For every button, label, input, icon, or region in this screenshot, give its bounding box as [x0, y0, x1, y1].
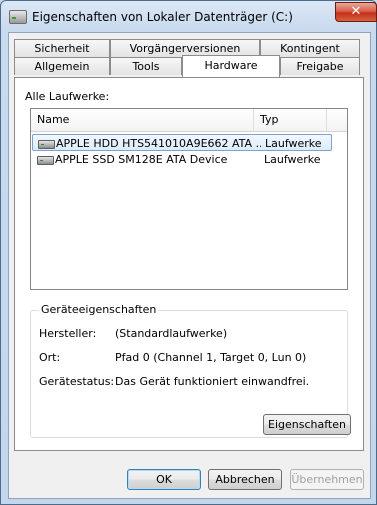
tab-sicherheit[interactable]: Sicherheit — [14, 39, 110, 57]
drive-type: Laufwerke — [264, 153, 321, 166]
title-bar[interactable]: Eigenschaften von Lokaler Datenträger (C… — [1, 1, 377, 33]
close-button[interactable]: ✕ — [335, 2, 377, 22]
tab-hardware[interactable]: Hardware — [182, 55, 280, 77]
hardware-tab-panel: Alle Laufwerke: Name Typ APPLE HDD HTS54… — [14, 77, 364, 451]
properties-window: Eigenschaften von Lokaler Datenträger (C… — [0, 0, 377, 505]
tab-freigabe[interactable]: Freigabe — [280, 57, 360, 75]
location-label: Ort: — [39, 351, 61, 364]
column-header-type[interactable]: Typ — [254, 109, 326, 131]
drive-type: Laufwerke — [265, 137, 322, 150]
tab-tools[interactable]: Tools — [110, 57, 182, 75]
hard-drive-icon — [37, 156, 54, 165]
device-status-label: Gerätestatus: — [39, 375, 115, 388]
list-item[interactable]: APPLE SSD SM128E ATA Device Laufwerke — [32, 151, 332, 168]
manufacturer-value: (Standardlaufwerke) — [115, 327, 228, 340]
device-properties-group: Geräteeigenschaften Hersteller: (Standar… — [30, 303, 351, 438]
drive-icon — [9, 10, 27, 24]
hard-drive-icon — [38, 140, 55, 149]
drive-name: APPLE HDD HTS541010A9E662 ATA ... — [56, 137, 261, 150]
column-header-name[interactable]: Name — [31, 109, 253, 131]
list-item[interactable]: APPLE HDD HTS541010A9E662 ATA ... Laufwe… — [32, 134, 332, 151]
device-status-value: Das Gerät funktioniert einwandfrei. — [115, 375, 310, 388]
all-drives-label: Alle Laufwerke: — [25, 90, 110, 103]
drive-list[interactable]: Name Typ APPLE HDD HTS541010A9E662 ATA .… — [30, 108, 348, 290]
list-header: Name Typ — [31, 109, 347, 132]
manufacturer-label: Hersteller: — [39, 327, 97, 340]
device-properties-button[interactable]: Eigenschaften — [263, 414, 351, 435]
apply-button[interactable]: Übernehmen — [290, 469, 364, 490]
window-title: Eigenschaften von Lokaler Datenträger (C… — [32, 10, 293, 24]
column-divider[interactable] — [326, 109, 327, 131]
tab-allgemein[interactable]: Allgemein — [14, 57, 110, 75]
group-title: Geräteeigenschaften — [39, 303, 159, 316]
drive-name: APPLE SSD SM128E ATA Device — [55, 153, 228, 166]
ok-button[interactable]: OK — [127, 469, 201, 490]
location-value: Pfad 0 (Channel 1, Target 0, Lun 0) — [115, 351, 307, 364]
cancel-button[interactable]: Abbrechen — [208, 469, 282, 490]
